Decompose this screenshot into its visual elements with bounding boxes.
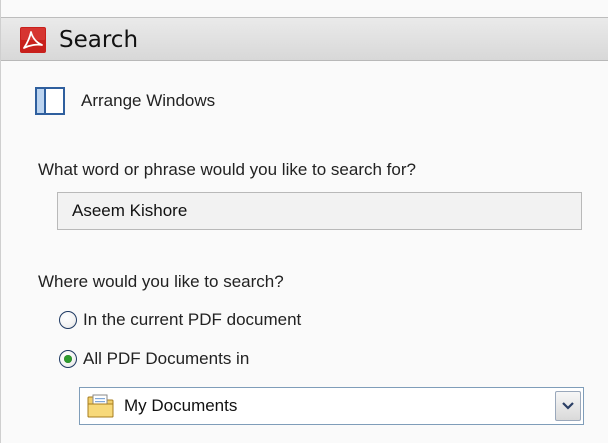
acrobat-icon (20, 27, 46, 53)
title-bar: Search (1, 17, 608, 61)
dropdown-button[interactable] (555, 391, 581, 421)
radio-current-document[interactable]: In the current PDF document (59, 307, 301, 333)
window-title: Search (59, 27, 139, 53)
search-input[interactable] (57, 192, 582, 230)
radio-button-unchecked[interactable] (59, 311, 77, 329)
radio-button-checked[interactable] (59, 350, 77, 368)
chevron-down-icon (562, 402, 574, 410)
folder-icon (87, 394, 114, 418)
folder-select-value: My Documents (124, 396, 238, 415)
arrange-windows-label: Arrange Windows (81, 91, 216, 110)
arrange-windows-button[interactable]: Arrange Windows (35, 86, 215, 116)
radio-current-document-label: In the current PDF document (83, 310, 302, 329)
location-prompt: Where would you like to search? (38, 272, 284, 291)
radio-all-pdf-documents-label: All PDF Documents in (83, 349, 250, 368)
arrange-windows-icon (35, 87, 65, 115)
search-window: Search Arrange Windows What word or phra… (0, 0, 608, 443)
search-prompt: What word or phrase would you like to se… (38, 160, 416, 179)
radio-all-pdf-documents[interactable]: All PDF Documents in (59, 346, 249, 372)
folder-select[interactable]: My Documents (79, 387, 584, 425)
